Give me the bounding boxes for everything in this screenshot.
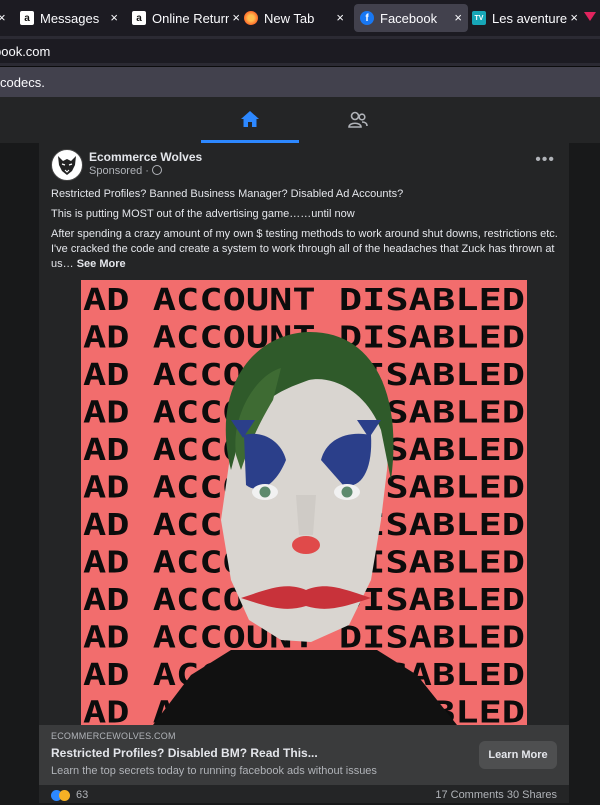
haha-reaction-icon (59, 789, 70, 801)
close-icon[interactable]: × (336, 10, 344, 25)
close-icon[interactable]: × (567, 10, 578, 25)
page-name[interactable]: Ecommerce Wolves (89, 150, 202, 164)
tab-online-return[interactable]: a Online Return × (132, 4, 240, 32)
tab-facebook[interactable]: f Facebook × (354, 4, 468, 32)
post-footer: 63 17 Comments 30 Shares (39, 785, 569, 805)
link-preview[interactable]: ECOMMERCEWOLVES.COM Restricted Profiles?… (39, 725, 569, 785)
close-icon[interactable]: × (110, 10, 118, 25)
amazon-favicon-icon: a (132, 11, 146, 25)
link-domain: ECOMMERCEWOLVES.COM (51, 731, 176, 741)
tab-label: Facebook (380, 10, 438, 26)
sponsored-label: Sponsored · (89, 165, 162, 177)
facebook-nav (0, 97, 600, 144)
tab-messages[interactable]: a Messages × (20, 4, 128, 32)
browser-tab-bar: × a Messages × a Online Return × New Tab… (0, 0, 600, 36)
learn-more-button[interactable]: Learn More (479, 741, 557, 769)
tv-favicon-icon: TV (472, 11, 486, 25)
tab-label: New Tab (264, 10, 315, 26)
facebook-favicon-icon: f (360, 11, 374, 25)
tab-label: Online Return (152, 10, 233, 26)
close-icon[interactable]: × (0, 10, 6, 25)
sponsored-text[interactable]: Sponsored · (89, 165, 149, 177)
globe-icon (151, 165, 162, 175)
tab-label: Les aventures (492, 10, 574, 26)
tab-list-icon[interactable] (584, 12, 596, 21)
page-avatar[interactable] (51, 149, 83, 181)
post-text-line-2: This is putting MOST out of the advertis… (51, 208, 355, 220)
post-body: After spending a crazy amount of my own … (51, 227, 561, 272)
nav-home[interactable] (201, 97, 299, 143)
ad-image-art: AD ACCOUNT DISABLEDAD ACCOUNT DISABLEDAD… (83, 283, 525, 725)
address-bar: book.com (0, 36, 600, 67)
close-icon[interactable]: × (454, 10, 462, 25)
link-description: Learn the top secrets today to running f… (51, 765, 377, 777)
home-icon (241, 110, 259, 127)
tab-les-aventures[interactable]: TV Les aventures × (472, 4, 578, 32)
sponsored-post-card: Ecommerce Wolves Sponsored · ••• Restric… (39, 143, 569, 803)
url-field[interactable]: book.com (0, 39, 600, 63)
url-text: book.com (0, 44, 51, 59)
comments-shares[interactable]: 17 Comments 30 Shares (435, 789, 557, 801)
notification-text: codecs. (0, 75, 45, 90)
ad-image-text-row: AD ACCOUNT DISABLED (83, 283, 525, 318)
reactions[interactable]: 63 (51, 789, 88, 801)
post-menu-button[interactable]: ••• (535, 151, 555, 169)
post-text-line-1: Restricted Profiles? Banned Business Man… (51, 188, 404, 200)
amazon-favicon-icon: a (20, 11, 34, 25)
link-headline[interactable]: Restricted Profiles? Disabled BM? Read T… (51, 746, 318, 760)
post-body-text: After spending a crazy amount of my own … (51, 228, 558, 270)
tab-label: Messages (40, 10, 100, 26)
notification-bar: codecs. (0, 67, 600, 97)
firefox-icon (244, 11, 258, 25)
reactions-count: 63 (76, 789, 89, 801)
nav-groups[interactable] (309, 97, 407, 143)
ad-image[interactable]: AD ACCOUNT DISABLED AD ACCOUNT DISABLED AD… (81, 280, 527, 725)
wolf-logo-icon (58, 156, 76, 175)
friends-icon (348, 111, 368, 128)
close-icon[interactable]: × (229, 10, 240, 25)
see-more-link[interactable]: See More (77, 258, 126, 270)
tab-new-tab[interactable]: New Tab × (244, 4, 350, 32)
